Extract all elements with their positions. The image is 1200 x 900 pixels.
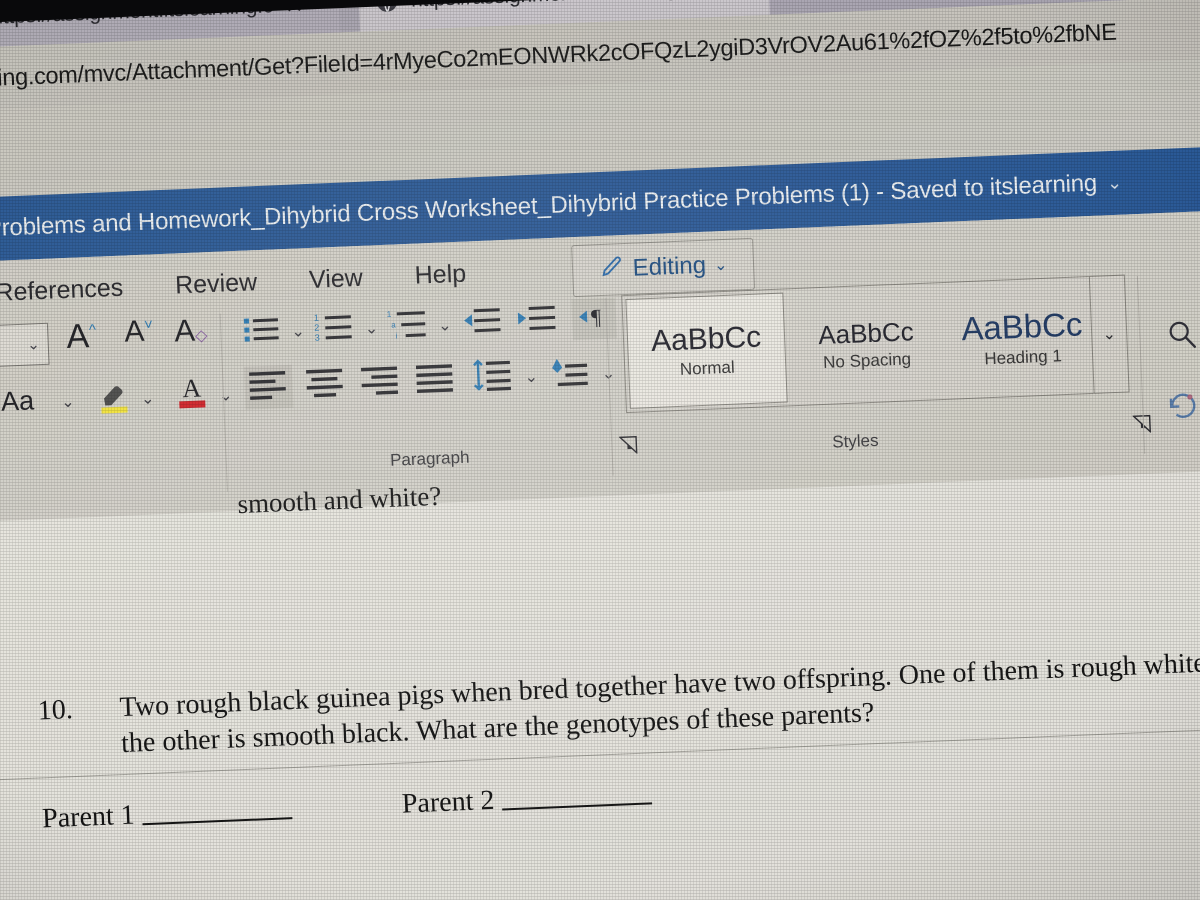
style-normal-label: Normal [679,357,736,379]
grow-font-icon[interactable]: A^ [66,317,97,357]
ltr-text-icon[interactable]: ¶ [571,297,618,341]
justify-icon[interactable] [413,360,459,401]
document-area: smooth and white? 10. Two rough black gu… [0,468,1200,900]
style-no-spacing[interactable]: AaBbCc No Spacing [786,283,947,405]
globe-icon [374,0,399,14]
align-center-icon[interactable] [303,365,349,406]
word-ribbon: ut References Review View Help Editing ⌄… [0,208,1200,524]
line-spacing-caret-icon[interactable]: ⌄ [517,366,545,387]
paragraph-group: ⌄ 1 2 3 ⌄ 1 a i ⌄ ¶ ⌄ Paragraph [233,294,663,499]
multilevel-caret-icon[interactable]: ⌄ [432,314,458,335]
style-heading-1-sample: AaBbCc [960,305,1084,348]
paragraph-group-label: Paragraph [389,447,470,470]
style-heading-1[interactable]: AaBbCc Heading 1 [942,277,1103,399]
font-group-label: Font [0,462,120,495]
styles-more-button[interactable]: ⌄ [1088,274,1130,394]
svg-text:¶: ¶ [591,304,602,329]
align-right-icon[interactable] [358,362,404,403]
font-group: ⌄ 12 ⌄ A^ A˅ A◇ x2 Aa ⌄ [0,309,243,512]
svg-text:a: a [391,320,396,329]
change-case-icon[interactable]: Aa [0,385,34,417]
style-no-spacing-label: No Spacing [822,348,912,372]
ribbon-tab-view[interactable]: View [308,263,363,294]
style-normal-sample: AaBbCc [650,320,762,358]
svg-text:2: 2 [314,323,319,333]
align-left-icon[interactable] [243,364,294,410]
styles-group: AaBbCc Normal AaBbCc No Spacing AaBbCc H… [613,272,1152,483]
style-no-spacing-sample: AaBbCc [817,315,915,350]
parent-2-label: Parent 2 [401,784,495,820]
parent-1-field[interactable]: Parent 1 [41,789,292,835]
bullets-icon[interactable] [242,312,284,353]
increase-indent-icon[interactable] [515,301,561,342]
svg-text:3: 3 [315,333,320,343]
parent-1-label: Parent 1 [41,799,136,835]
parent-2-field[interactable]: Parent 2 [401,774,652,820]
pencil-icon [598,254,625,286]
chevron-down-icon: ⌄ [26,336,41,354]
highlighter-icon[interactable] [96,375,134,421]
styles-group-label: Styles [831,430,879,452]
line-spacing-icon[interactable] [470,357,516,400]
editing-label: Editing [632,251,707,282]
svg-text:i: i [395,331,397,340]
search-icon[interactable] [1165,318,1200,358]
grow-font-letter: A [65,317,90,356]
numbering-caret-icon[interactable]: ⌄ [358,317,384,338]
screen-content: https://assignment.itslearning.c ✕ https… [0,0,1200,900]
parent-2-blank[interactable] [500,774,652,811]
style-heading-1-label: Heading 1 [983,346,1063,369]
chevron-down-icon[interactable]: ⌄ [219,385,233,406]
shrink-font-letter: A [123,314,145,349]
question-number: 10. [37,694,74,727]
bullets-caret-icon[interactable]: ⌄ [285,320,311,341]
style-normal[interactable]: AaBbCc Normal [625,292,788,409]
decrease-indent-icon[interactable] [460,303,506,344]
font-color-icon[interactable]: A [174,370,210,418]
shading-icon[interactable] [547,353,593,396]
browser-tab-2-title: https://assignment.itslearning.c [410,0,693,13]
browser-tab-1-title: https://assignment.itslearning.c [0,0,274,29]
clear-formatting-icon[interactable]: A◇ [174,312,208,349]
new-tab-button[interactable]: + [805,0,824,4]
font-size-input[interactable]: 12 ⌄ [0,322,50,370]
chevron-down-icon[interactable]: ⌄ [141,388,155,409]
monitor-photo: https://assignment.itslearning.c ✕ https… [0,0,1200,900]
change-case-label: Aa [0,385,35,417]
svg-text:1: 1 [314,313,319,323]
ribbon-tab-help[interactable]: Help [414,259,467,290]
clear-formatting-letter: A [173,312,196,349]
shrink-font-icon[interactable]: A˅ [124,314,154,349]
chevron-down-icon[interactable]: ⌄ [1107,172,1123,194]
document-page[interactable]: smooth and white? 10. Two rough black gu… [0,468,1200,900]
ribbon-tab-references[interactable]: References [0,273,124,307]
numbering-icon[interactable]: 1 2 3 [313,309,357,350]
svg-text:1: 1 [386,310,391,319]
ribbon-tab-review[interactable]: Review [175,268,258,300]
close-icon[interactable]: ✕ [284,0,303,18]
chevron-down-icon[interactable]: ⌄ [61,392,75,413]
styles-gallery: AaBbCc Normal AaBbCc No Spacing AaBbCc H… [621,275,1104,414]
svg-text:A: A [182,374,202,404]
multilevel-list-icon[interactable]: 1 a i [386,306,430,347]
parent-1-blank[interactable] [140,789,292,826]
editor-icon[interactable] [1166,388,1200,428]
chevron-down-icon: ⌄ [713,256,728,275]
